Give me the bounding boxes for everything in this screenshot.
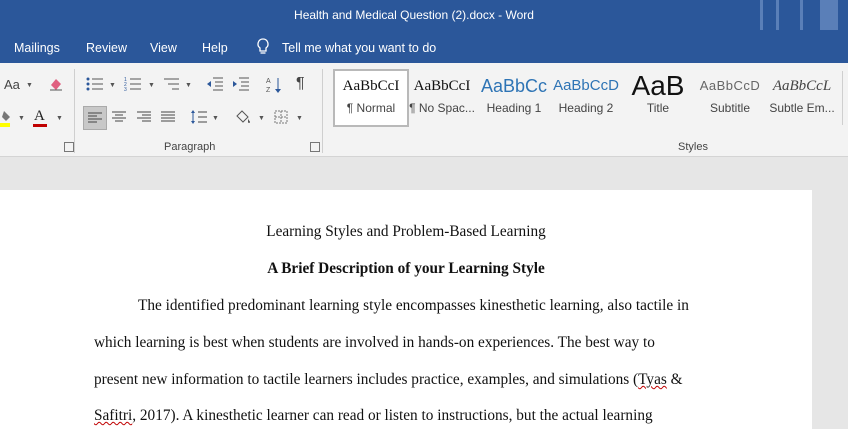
title-decoration	[760, 0, 763, 30]
document-title: Learning Styles and Problem-Based Learni…	[266, 223, 546, 240]
citation-author: Tyas	[638, 371, 667, 388]
clear-formatting-icon[interactable]	[48, 76, 64, 96]
section-heading: A Brief Description of your Learning Sty…	[267, 260, 545, 277]
style-name: Heading 1	[486, 101, 542, 115]
chevron-down-icon[interactable]: ▼	[18, 115, 25, 122]
style-name: ¶ Normal	[346, 101, 396, 115]
window-title: Health and Medical Question (2).docx - W…	[294, 8, 534, 22]
font-color-icon[interactable]: A	[34, 108, 45, 124]
body-line: The identified predominant learning styl…	[138, 297, 689, 314]
chevron-down-icon[interactable]: ▼	[212, 115, 219, 122]
body-line: which learning is best when students are…	[94, 334, 655, 351]
align-left-icon	[88, 112, 102, 123]
style-sample: AaB	[631, 71, 685, 101]
tell-me-search[interactable]: Tell me what you want to do	[282, 41, 436, 55]
sort-icon[interactable]: AZ	[266, 76, 282, 98]
style-title[interactable]: AaB Title	[622, 71, 694, 125]
body-text: &	[666, 371, 683, 388]
style-sample: AaBbCcD	[699, 78, 761, 93]
title-bar: Health and Medical Question (2).docx - W…	[0, 0, 848, 33]
multilevel-list-icon[interactable]	[162, 76, 180, 96]
tab-review[interactable]: Review	[86, 41, 127, 55]
align-center-icon[interactable]	[111, 110, 127, 128]
chevron-down-icon[interactable]: ▼	[296, 115, 303, 122]
font-color-bar	[33, 124, 47, 127]
bullets-icon[interactable]	[86, 76, 104, 96]
borders-icon[interactable]	[274, 110, 288, 128]
style-name: Subtle Em...	[769, 101, 835, 115]
title-decoration	[776, 0, 779, 30]
style-no-spacing[interactable]: AaBbCcI ¶ No Spac...	[406, 71, 478, 125]
shading-icon[interactable]	[234, 108, 252, 130]
justify-icon[interactable]	[160, 110, 176, 128]
body-text: present new information to tactile learn…	[94, 371, 639, 388]
decrease-indent-icon[interactable]	[206, 76, 224, 96]
style-sample: AaBbCcI	[342, 78, 400, 94]
paragraph-dialog-launcher-icon[interactable]	[310, 142, 320, 152]
body-text: , 2017). A kinesthetic learner can read …	[132, 407, 653, 424]
increase-indent-icon[interactable]	[232, 76, 250, 96]
styles-group-label: Styles	[678, 141, 708, 153]
style-sample: AaBbCc	[480, 76, 548, 96]
style-name: ¶ No Spac...	[409, 101, 475, 115]
line-spacing-icon[interactable]	[190, 109, 208, 129]
gallery-edge	[842, 71, 843, 125]
group-separator	[322, 69, 323, 153]
style-sample: AaBbCcI	[413, 78, 471, 94]
font-dialog-launcher-icon[interactable]	[64, 142, 74, 152]
numbering-icon[interactable]: 123	[124, 76, 142, 96]
ribbon: Aa ▼ ▼ A ▼ ▼ 123 ▼ ▼ AZ ¶ ▼ ▼ ▼ Paragrap…	[0, 63, 848, 157]
lightbulb-icon[interactable]	[256, 38, 270, 59]
paragraph-group-label: Paragraph	[164, 141, 216, 153]
show-formatting-marks-icon[interactable]: ¶	[296, 76, 305, 92]
style-subtitle[interactable]: AaBbCcD Subtitle	[694, 71, 766, 125]
style-heading-1[interactable]: AaBbCc Heading 1	[478, 71, 550, 125]
chevron-down-icon[interactable]: ▼	[258, 115, 265, 122]
change-case-button[interactable]: Aa	[4, 77, 20, 93]
svg-text:3: 3	[124, 87, 127, 92]
tab-mailings[interactable]: Mailings	[14, 41, 60, 55]
citation-author: Safitri	[94, 407, 133, 424]
ribbon-tabs: Mailings Review View Help Tell me what y…	[0, 33, 848, 63]
chevron-down-icon[interactable]: ▼	[26, 82, 33, 89]
highlight-color-icon[interactable]	[0, 109, 16, 131]
tab-help[interactable]: Help	[202, 41, 228, 55]
tab-view[interactable]: View	[150, 41, 177, 55]
chevron-down-icon[interactable]: ▼	[56, 115, 63, 122]
chevron-down-icon[interactable]: ▼	[185, 82, 192, 89]
style-subtle-emphasis[interactable]: AaBbCcL Subtle Em...	[766, 71, 838, 125]
style-heading-2[interactable]: AaBbCcD Heading 2	[550, 71, 622, 125]
svg-text:Z: Z	[266, 87, 271, 94]
style-name: Heading 2	[558, 101, 614, 115]
title-decoration	[800, 0, 803, 30]
svg-text:A: A	[266, 78, 271, 85]
chevron-down-icon[interactable]: ▼	[148, 82, 155, 89]
style-sample: AaBbCcL	[772, 78, 832, 94]
align-left-button[interactable]	[83, 106, 107, 130]
document-page[interactable]: Learning Styles and Problem-Based Learni…	[0, 190, 812, 429]
style-name: Title	[646, 101, 670, 115]
align-right-icon[interactable]	[136, 110, 152, 128]
title-decoration	[820, 0, 838, 30]
body-line: Safitri, 2017). A kinesthetic learner ca…	[94, 407, 653, 425]
style-normal[interactable]: AaBbCcI ¶ Normal	[333, 69, 409, 127]
group-separator	[74, 69, 75, 153]
style-name: Subtitle	[709, 101, 751, 115]
style-sample: AaBbCcD	[553, 77, 619, 94]
body-line: present new information to tactile learn…	[94, 371, 683, 389]
chevron-down-icon[interactable]: ▼	[109, 82, 116, 89]
